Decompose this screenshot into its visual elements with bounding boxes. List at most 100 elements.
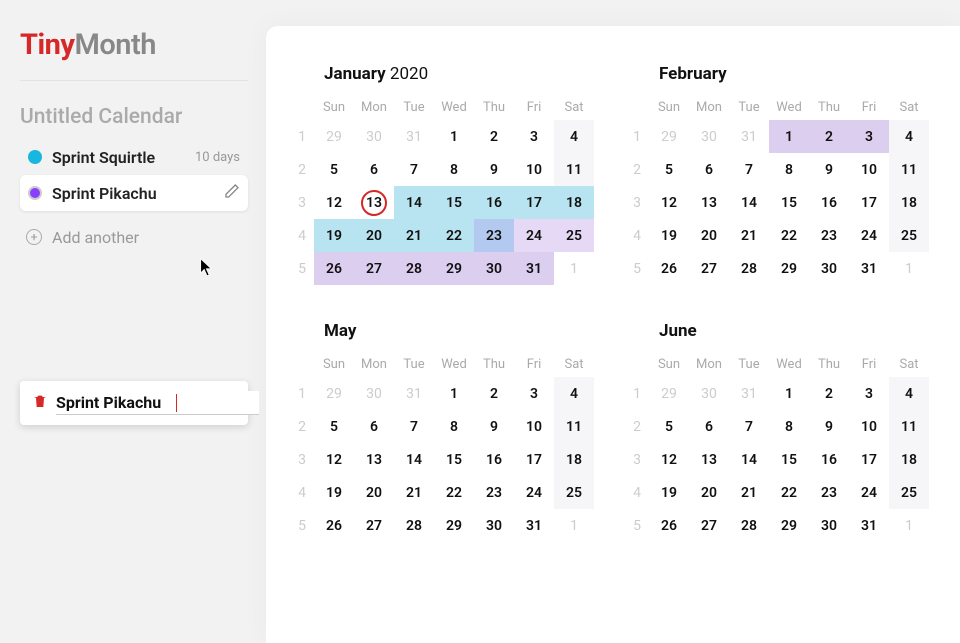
day-cell[interactable]: 1 bbox=[434, 120, 474, 153]
day-cell[interactable]: 31 bbox=[514, 509, 554, 542]
day-cell[interactable]: 31 bbox=[514, 252, 554, 285]
day-cell[interactable]: 26 bbox=[314, 252, 354, 285]
day-cell[interactable]: 2 bbox=[809, 120, 849, 153]
day-cell[interactable]: 2 bbox=[474, 377, 514, 410]
day-cell[interactable]: 11 bbox=[889, 410, 929, 443]
day-cell[interactable]: 16 bbox=[809, 443, 849, 476]
day-cell[interactable]: 14 bbox=[394, 186, 434, 219]
day-cell[interactable]: 1 bbox=[769, 377, 809, 410]
day-cell[interactable]: 1 bbox=[889, 252, 929, 285]
day-cell[interactable]: 20 bbox=[689, 476, 729, 509]
day-cell[interactable]: 21 bbox=[394, 219, 434, 252]
day-cell[interactable]: 26 bbox=[314, 509, 354, 542]
day-cell[interactable]: 30 bbox=[474, 252, 514, 285]
day-cell[interactable]: 5 bbox=[649, 153, 689, 186]
day-cell[interactable]: 1 bbox=[889, 509, 929, 542]
day-cell[interactable]: 19 bbox=[649, 476, 689, 509]
day-cell[interactable]: 11 bbox=[554, 410, 594, 443]
day-cell[interactable]: 15 bbox=[769, 443, 809, 476]
day-cell[interactable]: 6 bbox=[689, 410, 729, 443]
day-cell[interactable]: 9 bbox=[809, 410, 849, 443]
day-cell[interactable]: 17 bbox=[514, 186, 554, 219]
day-cell[interactable]: 22 bbox=[434, 476, 474, 509]
day-cell[interactable]: 11 bbox=[554, 153, 594, 186]
day-cell[interactable]: 30 bbox=[689, 120, 729, 153]
day-cell[interactable]: 2 bbox=[474, 120, 514, 153]
day-cell[interactable]: 31 bbox=[849, 509, 889, 542]
day-cell[interactable]: 29 bbox=[314, 120, 354, 153]
day-cell[interactable]: 1 bbox=[554, 509, 594, 542]
day-cell[interactable]: 29 bbox=[434, 252, 474, 285]
day-cell[interactable]: 10 bbox=[849, 153, 889, 186]
day-cell[interactable]: 22 bbox=[769, 219, 809, 252]
day-cell[interactable]: 29 bbox=[314, 377, 354, 410]
day-cell[interactable]: 14 bbox=[729, 186, 769, 219]
day-cell[interactable]: 29 bbox=[649, 377, 689, 410]
day-cell[interactable]: 21 bbox=[729, 476, 769, 509]
day-cell[interactable]: 24 bbox=[849, 219, 889, 252]
sprint-row-pikachu[interactable]: Sprint Pikachu bbox=[20, 175, 248, 211]
day-cell[interactable]: 7 bbox=[394, 410, 434, 443]
day-cell[interactable]: 3 bbox=[849, 120, 889, 153]
add-another-button[interactable]: + Add another bbox=[20, 219, 248, 255]
day-cell[interactable]: 31 bbox=[729, 120, 769, 153]
day-cell[interactable]: 31 bbox=[729, 377, 769, 410]
day-cell[interactable]: 12 bbox=[314, 186, 354, 219]
day-cell[interactable]: 20 bbox=[354, 219, 394, 252]
day-cell[interactable]: 8 bbox=[434, 410, 474, 443]
sprint-row-squirtle[interactable]: Sprint Squirtle 10 days bbox=[20, 139, 248, 175]
trash-icon[interactable] bbox=[32, 393, 56, 413]
day-cell[interactable]: 30 bbox=[354, 377, 394, 410]
day-cell[interactable]: 15 bbox=[434, 186, 474, 219]
day-cell[interactable]: 23 bbox=[474, 476, 514, 509]
day-cell[interactable]: 13 bbox=[689, 186, 729, 219]
day-cell[interactable]: 5 bbox=[314, 410, 354, 443]
day-cell[interactable]: 29 bbox=[649, 120, 689, 153]
day-cell[interactable]: 25 bbox=[554, 219, 594, 252]
day-cell[interactable]: 6 bbox=[354, 410, 394, 443]
day-cell[interactable]: 26 bbox=[649, 252, 689, 285]
day-cell[interactable]: 31 bbox=[849, 252, 889, 285]
day-cell[interactable]: 29 bbox=[769, 509, 809, 542]
day-cell[interactable]: 6 bbox=[354, 153, 394, 186]
day-cell[interactable]: 7 bbox=[729, 410, 769, 443]
day-cell[interactable]: 29 bbox=[434, 509, 474, 542]
day-cell[interactable]: 16 bbox=[809, 186, 849, 219]
day-cell[interactable]: 16 bbox=[474, 186, 514, 219]
day-cell[interactable]: 18 bbox=[554, 443, 594, 476]
day-cell[interactable]: 12 bbox=[314, 443, 354, 476]
day-cell[interactable]: 27 bbox=[689, 509, 729, 542]
day-cell[interactable]: 4 bbox=[554, 120, 594, 153]
day-cell[interactable]: 6 bbox=[689, 153, 729, 186]
day-cell[interactable]: 21 bbox=[729, 219, 769, 252]
day-cell[interactable]: 30 bbox=[689, 377, 729, 410]
day-cell[interactable]: 1 bbox=[769, 120, 809, 153]
day-cell[interactable]: 18 bbox=[889, 186, 929, 219]
day-cell[interactable]: 4 bbox=[554, 377, 594, 410]
day-cell[interactable]: 22 bbox=[434, 219, 474, 252]
day-cell[interactable]: 13 bbox=[689, 443, 729, 476]
day-cell[interactable]: 24 bbox=[514, 476, 554, 509]
day-cell[interactable]: 30 bbox=[809, 509, 849, 542]
day-cell[interactable]: 14 bbox=[729, 443, 769, 476]
day-cell[interactable]: 12 bbox=[649, 443, 689, 476]
day-cell[interactable]: 18 bbox=[889, 443, 929, 476]
day-cell[interactable]: 3 bbox=[514, 120, 554, 153]
day-cell[interactable]: 10 bbox=[514, 153, 554, 186]
day-cell[interactable]: 15 bbox=[769, 186, 809, 219]
day-cell[interactable]: 23 bbox=[474, 219, 514, 252]
day-cell[interactable]: 20 bbox=[689, 219, 729, 252]
day-cell[interactable]: 23 bbox=[809, 476, 849, 509]
day-cell[interactable]: 17 bbox=[849, 186, 889, 219]
day-cell[interactable]: 1 bbox=[434, 377, 474, 410]
day-cell[interactable]: 24 bbox=[849, 476, 889, 509]
day-cell[interactable]: 27 bbox=[354, 252, 394, 285]
day-cell[interactable]: 25 bbox=[889, 219, 929, 252]
day-cell[interactable]: 5 bbox=[314, 153, 354, 186]
day-cell[interactable]: 27 bbox=[354, 509, 394, 542]
day-cell[interactable]: 11 bbox=[889, 153, 929, 186]
day-cell[interactable]: 30 bbox=[474, 509, 514, 542]
day-cell[interactable]: 19 bbox=[314, 219, 354, 252]
day-cell[interactable]: 9 bbox=[474, 410, 514, 443]
pencil-icon[interactable] bbox=[224, 183, 240, 203]
